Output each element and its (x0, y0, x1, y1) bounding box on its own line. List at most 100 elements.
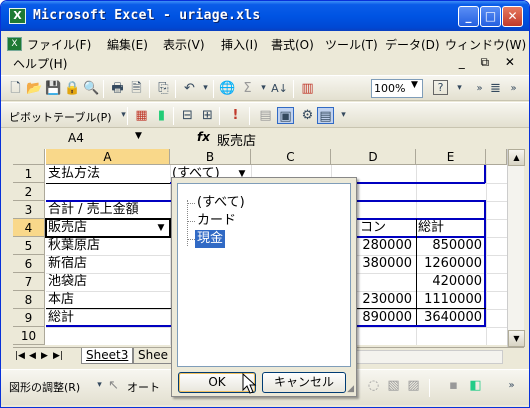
filter-item-card[interactable]: カード (195, 212, 238, 230)
cell-e8[interactable]: 1110000 (416, 291, 486, 309)
filter-item-cash[interactable]: 現金 (195, 230, 226, 248)
cell-e7[interactable]: 420000 (416, 273, 486, 291)
undo-dropdown-icon[interactable]: ▾ (197, 80, 214, 97)
always-display-items-icon[interactable]: ▣ (277, 107, 294, 124)
clipart-icon[interactable]: ▧ (385, 377, 402, 394)
next-sheet-icon[interactable]: ▶ (41, 351, 48, 361)
pivot-table-menu[interactable]: ピボットテーブル(P) (9, 109, 112, 125)
cancel-button[interactable]: キャンセル (262, 372, 346, 393)
picture-icon[interactable]: ▨ (405, 377, 422, 394)
row-field-dropdown-icon[interactable]: ▼ (154, 221, 168, 235)
cell-a5[interactable]: 秋葉原店 (46, 237, 170, 255)
permission-icon[interactable]: 🔒 (64, 80, 81, 97)
excel-app-icon[interactable]: X (9, 8, 26, 24)
select-all-corner[interactable] (13, 149, 45, 165)
help-dropdown-icon[interactable]: ▾ (451, 80, 468, 97)
col-header-d[interactable]: D (331, 149, 416, 165)
tab-sheet-partial[interactable]: Shee (133, 348, 173, 364)
refresh-icon[interactable]: ! (227, 107, 244, 124)
autosum-icon[interactable]: Σ (239, 80, 256, 97)
autosum-dropdown-icon[interactable]: ▾ (255, 80, 272, 97)
cell-a8[interactable]: 本店 (46, 291, 170, 309)
cell-a3[interactable]: 合計 / 売上金額 (46, 201, 170, 219)
prev-sheet-icon[interactable]: ◀ (29, 351, 36, 361)
row-header-4[interactable]: 4 (13, 219, 45, 237)
col-header-b[interactable]: B (170, 149, 251, 165)
more-options-icon[interactable]: » (505, 80, 522, 97)
select-objects-icon[interactable]: ↖ (105, 377, 122, 394)
name-box[interactable]: A4 (13, 129, 148, 147)
first-sheet-icon[interactable]: |◀ (15, 351, 25, 361)
new-icon[interactable]: 🗋 (7, 80, 24, 97)
row-header-1[interactable]: 1 (13, 165, 45, 183)
menu-insert[interactable]: 挿入(I) (221, 36, 258, 53)
cell-e4[interactable]: 総計 (416, 219, 486, 237)
chart-wizard-icon[interactable]: ▥ (299, 80, 316, 97)
cell-a9[interactable]: 総計 (46, 309, 170, 327)
save-icon[interactable]: 💾 (45, 80, 62, 97)
menu-format[interactable]: 書式(O) (271, 36, 314, 53)
row-header-6[interactable]: 6 (13, 255, 45, 273)
menu-view[interactable]: 表示(V) (163, 36, 205, 53)
menu-help[interactable]: ヘルプ(H) (13, 55, 67, 72)
field-settings-icon[interactable]: ⚙ (299, 107, 316, 124)
include-hidden-icon[interactable]: ▤ (257, 107, 274, 124)
toolbar-options-icon[interactable]: » (471, 80, 488, 97)
pivot-chart-icon[interactable]: ▮ (153, 107, 170, 124)
diagram-icon[interactable]: ◌ (365, 377, 382, 394)
3d-icon[interactable]: ◧ (467, 377, 484, 394)
resize-grip-icon[interactable]: ◢ (347, 384, 354, 394)
open-icon[interactable]: 📂 (26, 80, 43, 97)
title-bar[interactable]: X Microsoft Excel - uriage.xls _ □ ✕ (1, 1, 529, 31)
col-header-a[interactable]: A (46, 149, 170, 165)
print-preview-icon[interactable]: 🗎 (128, 80, 145, 97)
row-header-8[interactable]: 8 (13, 291, 45, 309)
row-header-5[interactable]: 5 (13, 237, 45, 255)
col-header-c[interactable]: C (251, 149, 331, 165)
menu-data[interactable]: データ(D) (385, 36, 440, 53)
menu-tools[interactable]: ツール(T) (325, 36, 378, 53)
insert-function-icon[interactable]: fx (197, 130, 210, 144)
menu-edit[interactable]: 編集(E) (107, 36, 148, 53)
show-detail-icon[interactable]: ⊞ (199, 107, 216, 124)
cell-a6[interactable]: 新宿店 (46, 255, 170, 273)
workbook-icon[interactable]: X (7, 37, 22, 51)
scroll-down-icon[interactable]: ▼ (508, 330, 525, 347)
search-icon[interactable]: 🔍 (83, 80, 100, 97)
undo-icon[interactable]: ↶ (181, 80, 198, 97)
menu-window[interactable]: ウィンドウ(W) (445, 36, 526, 53)
row-header-9[interactable]: 9 (13, 309, 45, 327)
cell-a7[interactable]: 池袋店 (46, 273, 170, 291)
mdi-window-controls[interactable]: _ ⧉ ✕ (459, 55, 521, 70)
maximize-button[interactable]: □ (480, 6, 501, 27)
menu-file[interactable]: ファイル(F) (27, 36, 91, 53)
autoshape-menu[interactable]: オート (127, 379, 160, 395)
row-header-3[interactable]: 3 (13, 201, 45, 219)
hide-field-list-icon[interactable]: ▤ (317, 107, 334, 124)
print-icon[interactable]: 🖶 (109, 80, 126, 97)
scroll-up-icon[interactable]: ▲ (508, 149, 525, 166)
name-box-dropdown-icon[interactable]: ▼ (135, 131, 142, 141)
col-header-f[interactable] (486, 149, 507, 165)
draw-adjust-menu[interactable]: 図形の調整(R) (9, 379, 80, 395)
help-icon[interactable]: ? (433, 80, 448, 95)
close-button[interactable]: ✕ (502, 6, 523, 27)
cell-a1[interactable]: 支払方法 (46, 165, 170, 183)
filter-item-all[interactable]: (すべて) (195, 194, 247, 212)
cell-d4[interactable]: コン (358, 219, 416, 237)
zoom-dropdown-icon[interactable]: ▼ (411, 80, 418, 90)
toolbar-options-icon[interactable]: ▾ (335, 107, 352, 124)
hide-detail-icon[interactable]: ⊟ (179, 107, 196, 124)
copy-icon[interactable]: ⎘ (155, 80, 172, 97)
pivot-dropdown-icon[interactable]: ▾ (115, 107, 132, 124)
minimize-button[interactable]: _ (458, 6, 479, 27)
format-report-icon[interactable]: ▦ (133, 107, 150, 124)
filter-item-list[interactable]: (すべて) カード 現金 (177, 183, 351, 367)
row-header-10[interactable]: 10 (13, 327, 45, 345)
more-options-icon[interactable]: » (503, 377, 520, 394)
cell-e9[interactable]: 3640000 (416, 309, 486, 327)
vertical-scrollbar[interactable]: ▲ ▼ (507, 149, 525, 347)
cell-a4[interactable]: 販売店 (46, 219, 156, 237)
col-header-e[interactable]: E (416, 149, 486, 165)
cell-e5[interactable]: 850000 (416, 237, 486, 255)
